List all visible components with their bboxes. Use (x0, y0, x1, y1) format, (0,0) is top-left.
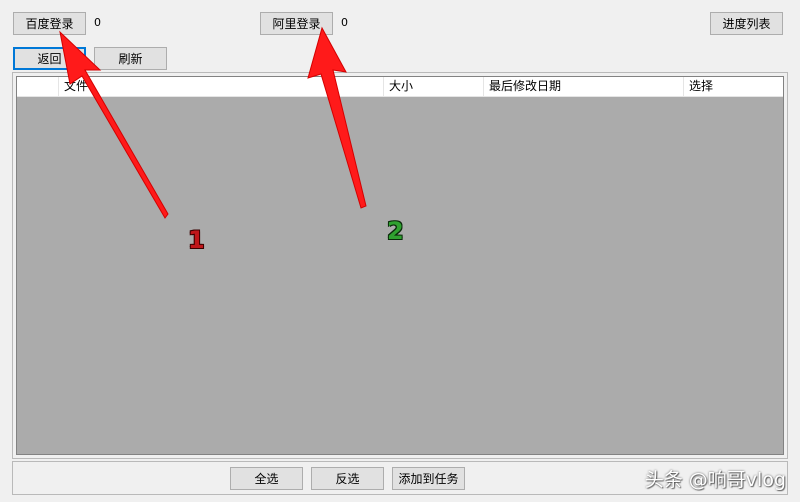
watermark-text: 头条 @响哥vlog (644, 469, 786, 491)
ali-login-button[interactable]: 阿里登录 (260, 12, 333, 35)
column-header-file[interactable]: 文件 (59, 77, 384, 96)
ali-count-label: 0 (341, 16, 348, 29)
callout-number-1: 1 (188, 226, 205, 254)
column-header-select[interactable]: 选择 (684, 77, 783, 96)
callout-number-2: 2 (387, 217, 404, 245)
column-header-size[interactable]: 大小 (384, 77, 484, 96)
select-all-button[interactable]: 全选 (230, 467, 303, 490)
invert-select-button[interactable]: 反选 (311, 467, 384, 490)
progress-list-button[interactable]: 进度列表 (710, 12, 783, 35)
baidu-login-button[interactable]: 百度登录 (13, 12, 86, 35)
back-button[interactable]: 返回 (13, 47, 86, 70)
grid-header: 文件 大小 最后修改日期 选择 (17, 77, 783, 97)
file-list-grid[interactable]: 文件 大小 最后修改日期 选择 (16, 76, 784, 455)
column-header-row-selector[interactable] (17, 77, 59, 96)
baidu-count-label: 0 (94, 16, 101, 29)
add-to-task-button[interactable]: 添加到任务 (392, 467, 465, 490)
column-header-modified-date[interactable]: 最后修改日期 (484, 77, 684, 96)
refresh-button[interactable]: 刷新 (94, 47, 167, 70)
